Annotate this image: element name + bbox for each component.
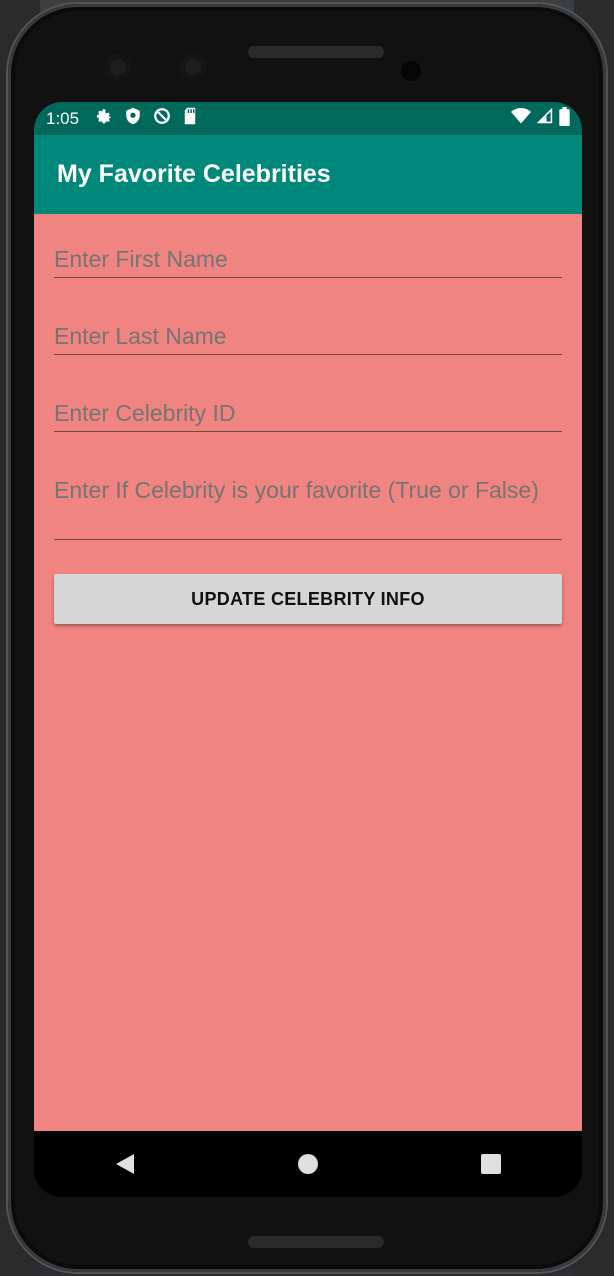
status-bar: 1:05 [34, 102, 582, 135]
navigation-bar [34, 1131, 582, 1197]
last-name-field[interactable] [54, 322, 562, 355]
shield-icon [125, 107, 141, 130]
device-screen: 1:05 My Favorite Celebrities Enter First… [34, 102, 582, 1197]
proximity-sensor-icon [401, 61, 421, 81]
home-icon[interactable] [288, 1144, 328, 1184]
celebrity-id-input[interactable] [54, 399, 562, 428]
sd-card-icon [183, 107, 197, 130]
first-name-input[interactable] [54, 245, 562, 274]
app-bar: My Favorite Celebrities [34, 135, 582, 214]
last-name-input[interactable] [54, 322, 562, 351]
app-title: My Favorite Celebrities [57, 160, 331, 188]
bottom-speaker [248, 1236, 384, 1248]
back-icon[interactable] [105, 1144, 145, 1184]
front-sensor-icon [180, 54, 206, 80]
wifi-icon [511, 108, 531, 129]
earpiece-speaker [248, 46, 384, 58]
signal-icon [536, 107, 553, 129]
update-celebrity-button[interactable]: UPDATE CELEBRITY INFO [54, 574, 562, 624]
gear-icon [95, 107, 113, 130]
recents-icon[interactable] [471, 1144, 511, 1184]
favorite-input[interactable] [54, 476, 562, 534]
front-camera-icon [105, 54, 131, 80]
no-entry-icon [153, 107, 171, 130]
form-container: UPDATE CELEBRITY INFO [34, 214, 582, 1131]
celebrity-id-field[interactable] [54, 399, 562, 432]
battery-icon [559, 106, 570, 131]
status-time: 1:05 [46, 108, 80, 128]
favorite-field[interactable] [54, 476, 562, 540]
first-name-field[interactable] [54, 245, 562, 278]
